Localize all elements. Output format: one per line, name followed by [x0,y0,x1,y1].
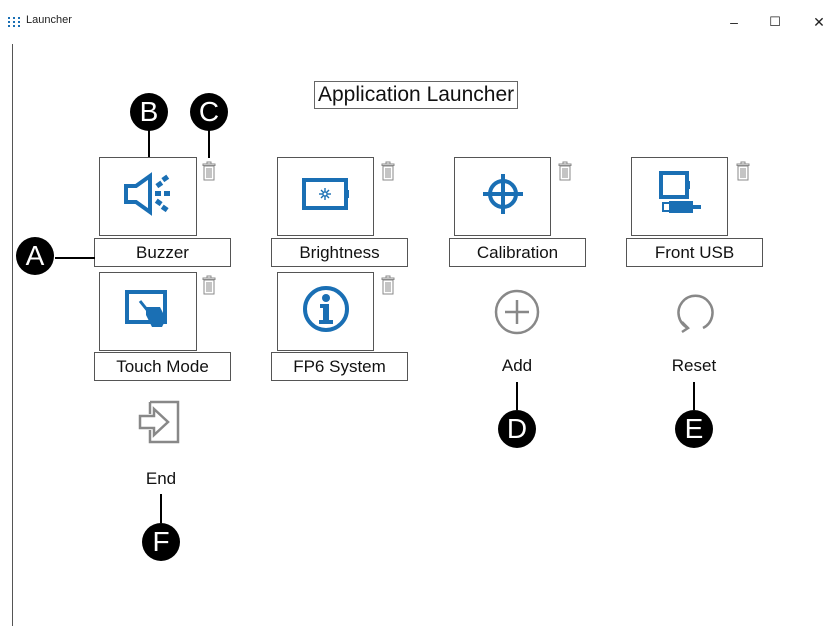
window-title: Launcher [26,14,72,26]
delete-touch-mode-trash-icon[interactable] [202,275,216,295]
touch-mode-icon [124,289,172,334]
marker-a-line [55,257,95,259]
marker-b: B [130,93,168,131]
app-label-calibration[interactable]: Calibration [449,238,586,267]
reset-button[interactable]: Reset [654,356,734,376]
marker-d: D [498,410,536,448]
app-tile-brightness[interactable] [277,157,374,236]
app-label-buzzer[interactable]: Buzzer [94,238,231,267]
app-tile-fp6-system[interactable] [277,272,374,351]
speaker-icon [122,172,174,221]
window-border [12,44,13,626]
page-title: Application Launcher [314,81,519,109]
marker-d-line [516,382,518,410]
delete-front-usb-trash-icon[interactable] [736,161,750,181]
minimize-button[interactable]: – [725,13,743,31]
marker-f: F [142,523,180,561]
app-label-fp6-system[interactable]: FP6 System [271,352,408,381]
delete-buzzer-trash-icon[interactable] [202,161,216,181]
marker-f-line [160,494,162,523]
app-tile-front-usb[interactable] [631,157,728,236]
brightness-icon [301,177,351,216]
crosshair-icon [481,172,525,221]
add-icon[interactable] [493,288,541,336]
delete-fp6-system-trash-icon[interactable] [381,275,395,295]
marker-a: A [16,237,54,275]
reset-icon[interactable] [673,290,717,334]
marker-c: C [190,93,228,131]
info-icon [302,285,350,338]
app-tile-touch-mode[interactable] [99,272,197,351]
launcher-grid-icon [8,17,20,27]
marker-b-line [148,130,150,157]
marker-c-line [208,130,210,158]
marker-e: E [675,410,713,448]
app-label-brightness[interactable]: Brightness [271,238,408,267]
exit-icon[interactable] [138,398,184,446]
app-label-front-usb[interactable]: Front USB [626,238,763,267]
close-button[interactable]: ✕ [810,13,828,31]
app-label-touch-mode[interactable]: Touch Mode [94,352,231,381]
app-tile-buzzer[interactable] [99,157,197,236]
usb-icon [655,169,705,224]
marker-e-line [693,382,695,410]
delete-brightness-trash-icon[interactable] [381,161,395,181]
add-button[interactable]: Add [477,356,557,376]
title-bar: Launcher – ☐ ✕ [0,0,839,44]
maximize-button[interactable]: ☐ [766,13,784,31]
app-tile-calibration[interactable] [454,157,551,236]
delete-calibration-trash-icon[interactable] [558,161,572,181]
end-button[interactable]: End [121,469,201,489]
